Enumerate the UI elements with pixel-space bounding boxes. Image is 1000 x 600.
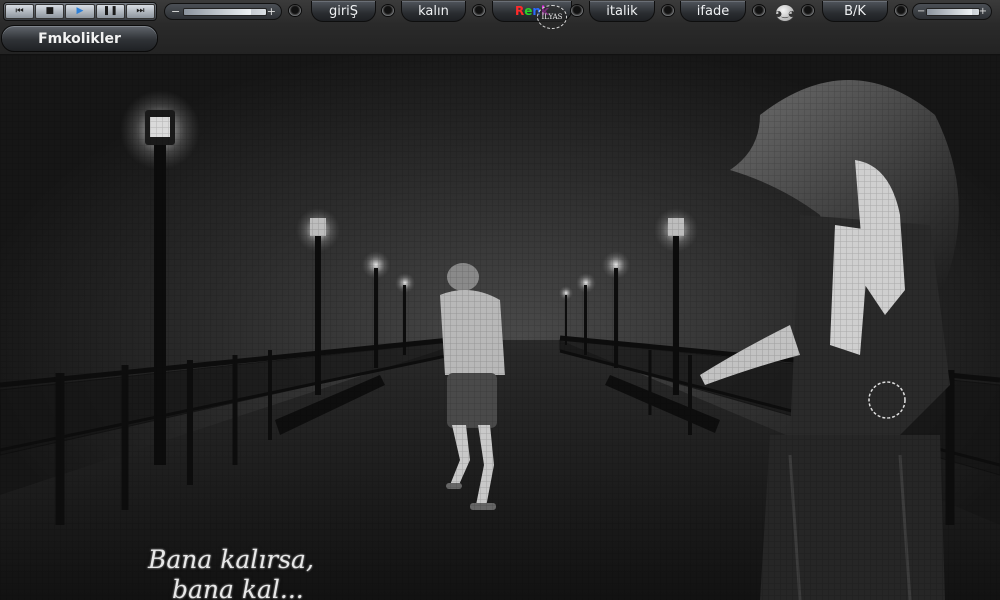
toggle-led-icon[interactable] (288, 4, 302, 17)
giris-button[interactable]: giriŞ (311, 1, 376, 22)
giris-label: giriŞ (328, 3, 359, 19)
toggle-led-icon[interactable] (661, 4, 675, 17)
volume-minus-icon[interactable]: − (171, 4, 180, 19)
secondary-volume-slider[interactable]: − + (912, 3, 992, 20)
toggle-led-icon[interactable] (801, 4, 815, 17)
pause-icon: ❚❚ (102, 6, 118, 16)
background-scene: Bana kalırsa, bana kal... (0, 55, 1000, 600)
italik-label: italik (606, 3, 638, 19)
channel-label: Fmkolikler (38, 30, 121, 47)
night-pier-illustration (0, 55, 1000, 600)
volume-level (184, 9, 252, 15)
kalin-label: kalın (418, 3, 449, 19)
toggle-led-icon[interactable] (381, 4, 395, 17)
volume2-plus-icon[interactable]: + (979, 4, 987, 19)
caption-line-1: Bana kalırsa, (148, 545, 314, 574)
toggle-led-icon[interactable] (752, 4, 766, 17)
caption-line-2: bana kal... (172, 575, 304, 600)
volume-slider[interactable]: − + (164, 3, 282, 20)
volume-track[interactable] (183, 8, 267, 16)
volume-plus-icon[interactable]: + (267, 4, 276, 19)
channel-button[interactable]: Fmkolikler (1, 25, 158, 52)
bk-button[interactable]: B/K (822, 1, 888, 22)
next-icon: ⏭ (136, 6, 145, 16)
ilyas-stamp-logo: İLYAS (537, 5, 567, 29)
play-button[interactable]: ▶ (65, 4, 95, 19)
previous-button[interactable]: ⏮ (5, 4, 35, 19)
stamp-text: İLYAS (541, 13, 563, 21)
stop-icon: ■ (45, 6, 55, 16)
ifade-label: ifade (696, 3, 730, 19)
toggle-led-icon[interactable] (570, 4, 584, 17)
toggle-led-icon[interactable] (894, 4, 908, 17)
kalin-button[interactable]: kalın (401, 1, 466, 22)
play-icon: ▶ (76, 6, 84, 16)
pause-button[interactable]: ❚❚ (95, 4, 125, 19)
volume2-minus-icon[interactable]: − (917, 4, 925, 19)
transport-controls: ⏮ ■ ▶ ❚❚ ⏭ (3, 2, 157, 21)
stop-button[interactable]: ■ (35, 4, 65, 19)
previous-icon: ⏮ (15, 6, 24, 16)
ifade-button[interactable]: ifade (680, 1, 746, 22)
volume2-track[interactable] (926, 8, 980, 16)
bk-label: B/K (844, 3, 866, 19)
renk-letter: e (524, 4, 533, 18)
renk-letter: R (515, 4, 525, 18)
top-toolbar: ⏮■▶❚❚⏭ − + giriŞ kalın Renk İLYAS italik… (0, 0, 1000, 55)
italik-button[interactable]: italik (589, 1, 655, 22)
smiley-icon[interactable]: ◕‿◕ (775, 4, 795, 22)
toggle-led-icon[interactable] (472, 4, 486, 17)
caption-text: Bana kalırsa, bana kal... (100, 545, 370, 600)
next-button[interactable]: ⏭ (125, 4, 156, 19)
volume2-level (927, 9, 972, 15)
